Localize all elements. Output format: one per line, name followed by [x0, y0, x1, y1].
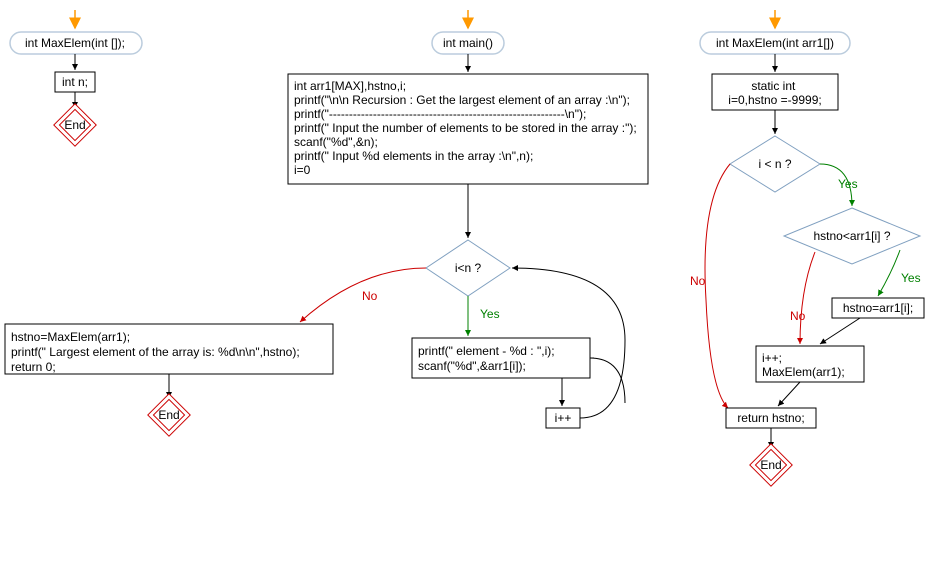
cond-col2-text: i<n ? — [455, 261, 482, 275]
yes1-label: Yes — [838, 177, 858, 191]
end-node-col2: End — [148, 394, 190, 436]
end-node-col1: End — [54, 104, 96, 146]
inc-text: i++ — [555, 411, 572, 425]
end-text-col2: End — [158, 408, 179, 422]
arrow-assign-recurse — [820, 318, 860, 344]
arrow-recurse-ret — [778, 382, 800, 406]
assign-text: hstno=arr1[i]; — [843, 301, 913, 315]
main-text: int main() — [443, 36, 493, 50]
yes-col2-label: Yes — [480, 307, 500, 321]
int-n-text: int n; — [62, 75, 88, 89]
no1-arrow — [705, 164, 730, 408]
no2-label: No — [790, 309, 806, 323]
func-decl-text: int MaxElem(int []); — [25, 36, 125, 50]
yes2-label: Yes — [901, 271, 921, 285]
func-text: int MaxElem(int arr1[]) — [716, 36, 834, 50]
end-node-col3: End — [750, 444, 792, 486]
cond1-col3-text: i < n ? — [758, 157, 791, 171]
no1-label: No — [690, 274, 706, 288]
no-col2-label: No — [362, 289, 378, 303]
arc-to-inc — [590, 358, 625, 403]
return-text: return hstno; — [737, 411, 804, 425]
end-text-col3: End — [760, 458, 781, 472]
end-text-col1: End — [64, 118, 85, 132]
no2-arrow — [800, 252, 815, 344]
cond2-col3-text: hstno<arr1[i] ? — [813, 229, 890, 243]
yes2-arrow — [878, 250, 900, 296]
flowchart-diagram: int MaxElem(int []); int n; End int main… — [0, 0, 934, 569]
